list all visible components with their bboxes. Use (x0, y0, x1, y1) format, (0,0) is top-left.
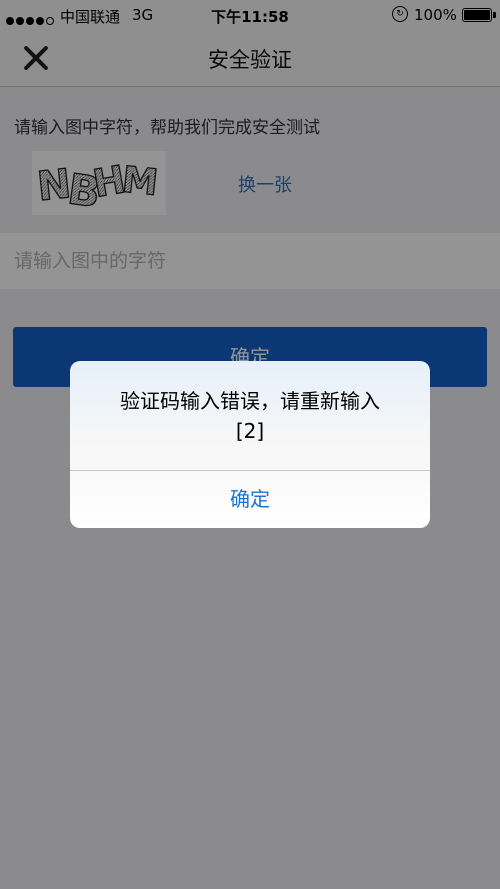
alert-message: 验证码输入错误，请重新输入 [2] (70, 386, 430, 446)
alert-message-line: 验证码输入错误，请重新输入 (120, 389, 380, 413)
alert-message-count: [2] (235, 419, 265, 443)
alert-ok-button[interactable]: 确定 (70, 471, 430, 528)
error-alert-dialog: 验证码输入错误，请重新输入 [2] 确定 (70, 361, 430, 528)
